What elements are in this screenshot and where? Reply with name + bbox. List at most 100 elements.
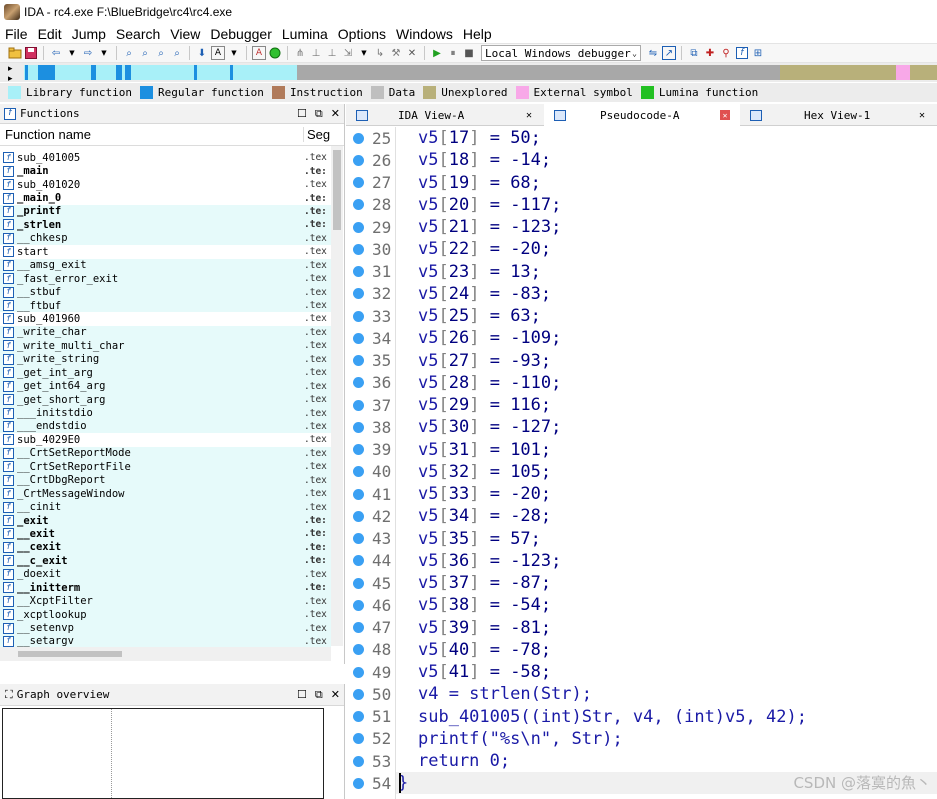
breakpoint-dot-icon[interactable] (353, 666, 364, 678)
immediate-search-icon[interactable]: ⌕ (154, 46, 168, 60)
line-gutter[interactable]: 28 (346, 194, 396, 216)
navigation-strip[interactable] (24, 65, 937, 80)
code-line[interactable]: v5[20] = -117; (418, 194, 561, 216)
trace-settings-icon[interactable]: ⚲ (719, 46, 733, 60)
line-gutter[interactable]: 52 (346, 728, 396, 750)
function-row[interactable]: f __c_exit .te: (0, 554, 331, 568)
tab-pseudocode-a[interactable]: Pseudocode-A ✕ (544, 104, 740, 126)
function-row[interactable]: f _strlen .te: (0, 218, 331, 232)
close-x-icon[interactable]: ✕ (405, 46, 419, 60)
function-row[interactable]: f _fast_error_exit .tex (0, 271, 331, 286)
breakpoint-dot-icon[interactable] (353, 377, 364, 389)
function-row[interactable]: f _main_0 .te: (0, 191, 331, 204)
chevron-down-icon[interactable]: ▼ (357, 46, 371, 60)
code-line[interactable]: v5[31] = 101; (418, 439, 551, 461)
step-into-icon[interactable]: ⊥ (309, 46, 323, 60)
menu-options[interactable]: Options (333, 26, 391, 42)
close-tab-icon[interactable]: ✕ (720, 110, 730, 120)
breakpoint-dot-icon[interactable] (353, 577, 364, 589)
breakpoint-dot-icon[interactable] (353, 154, 364, 166)
function-row[interactable]: f ___initstdio .tex (0, 406, 331, 420)
save-icon[interactable] (24, 46, 38, 60)
code-line[interactable]: v5[37] = -87; (418, 572, 551, 594)
breakpoint-dot-icon[interactable] (353, 488, 364, 500)
function-row[interactable]: f _get_int64_arg .tex (0, 379, 331, 393)
function-row[interactable]: f __exit .te: (0, 527, 331, 541)
pseudocode-editor[interactable]: 25 26 27 28 29 30 31 32 33 34 35 36 37 38 39 40 41 42 43 44… (346, 127, 937, 799)
code-line[interactable]: v5[35] = 57; (418, 528, 541, 550)
menu-edit[interactable]: Edit (33, 26, 67, 42)
function-row[interactable]: f _doexit .tex (0, 567, 331, 581)
trace-icon[interactable]: ⇲ (341, 46, 355, 60)
line-gutter[interactable]: 30 (346, 238, 396, 260)
maximize-icon[interactable]: ☐ (297, 688, 307, 701)
function-row[interactable]: f __ftbuf .tex (0, 298, 331, 313)
scrollbar-thumb[interactable] (18, 651, 122, 657)
nav-arrows-icon[interactable]: ▸ ▸ (8, 64, 13, 84)
line-gutter[interactable]: 27 (346, 172, 396, 194)
breakpoint-dot-icon[interactable] (353, 199, 364, 211)
chevron-down-icon[interactable]: ▼ (227, 46, 241, 60)
line-gutter[interactable]: 35 (346, 350, 396, 372)
function-row[interactable]: f __setargv .tex (0, 634, 331, 647)
next-search-icon[interactable]: ⌕ (170, 46, 184, 60)
code-line[interactable]: v5[17] = 50; (418, 127, 541, 149)
code-line[interactable]: printf("%s\n", Str); (418, 728, 623, 750)
code-line[interactable]: v5[36] = -123; (418, 550, 561, 572)
function-row[interactable]: f __amsg_exit .tex (0, 258, 331, 272)
line-gutter[interactable]: 42 (346, 505, 396, 527)
function-row[interactable]: f __cinit .tex (0, 500, 331, 514)
scrollbar-thumb[interactable] (333, 150, 341, 230)
menu-search[interactable]: Search (111, 26, 165, 42)
breakpoint-icon[interactable]: ⋔ (293, 46, 307, 60)
pause-icon[interactable]: ⏸ (446, 46, 460, 60)
code-line[interactable]: sub_401005((int)Str, v4, (int)v5, 42); (418, 706, 807, 728)
function-row[interactable]: f __stbuf .tex (0, 285, 331, 299)
menu-view[interactable]: View (165, 26, 205, 42)
breakpoint-dot-icon[interactable] (353, 421, 364, 433)
function-row[interactable]: f _xcptlookup .tex (0, 607, 331, 622)
breakpoint-dot-icon[interactable] (353, 644, 364, 656)
code-line[interactable]: v5[29] = 116; (418, 394, 551, 416)
line-gutter[interactable]: 49 (346, 661, 396, 683)
code-line[interactable]: v5[19] = 68; (418, 172, 541, 194)
breakpoint-dot-icon[interactable] (353, 332, 364, 344)
text-icon[interactable]: A (211, 46, 225, 60)
function-row[interactable]: f sub_4029E0 .tex (0, 433, 331, 446)
code-line[interactable]: v5[30] = -127; (418, 416, 561, 438)
breakpoint-dot-icon[interactable] (353, 355, 364, 366)
line-gutter[interactable]: 48 (346, 639, 396, 661)
chevron-down-icon[interactable]: ▼ (65, 46, 79, 60)
code-line[interactable]: v5[39] = -81; (418, 617, 551, 639)
breakpoint-dot-icon[interactable] (353, 555, 364, 567)
functions-horizontal-scrollbar[interactable] (0, 647, 331, 661)
code-line[interactable]: v5[40] = -78; (418, 639, 551, 661)
code-line[interactable]: v5[38] = -54; (418, 594, 551, 616)
function-row[interactable]: f _main .te: (0, 164, 331, 177)
play-icon[interactable]: ▶ (430, 46, 444, 60)
open-folder-icon[interactable] (8, 46, 22, 60)
line-gutter[interactable]: 31 (346, 261, 396, 283)
function-row[interactable]: f _write_multi_char .tex (0, 339, 331, 353)
chevron-down-icon[interactable]: ▼ (97, 46, 111, 60)
line-gutter[interactable]: 47 (346, 617, 396, 639)
line-gutter[interactable]: 41 (346, 483, 396, 505)
text-search-icon[interactable]: ⌕ (138, 46, 152, 60)
breakpoint-dot-icon[interactable] (353, 599, 364, 611)
back-arrow-icon[interactable]: ⇦ (49, 46, 63, 60)
forward-arrow-icon[interactable]: ⇨ (81, 46, 95, 60)
line-gutter[interactable]: 53 (346, 750, 396, 772)
code-line[interactable]: v5[26] = -109; (418, 327, 561, 349)
restore-icon[interactable]: ⧉ (315, 107, 323, 121)
close-tab-icon[interactable]: ✕ (917, 110, 927, 121)
breakpoint-dot-icon[interactable] (353, 466, 364, 478)
code-line[interactable]: v5[32] = 105; (418, 461, 551, 483)
breakpoint-dot-icon[interactable] (353, 243, 364, 255)
code-line[interactable]: v5[34] = -28; (418, 505, 551, 527)
line-gutter[interactable]: 40 (346, 461, 396, 483)
run-to-cursor-icon[interactable]: ↳ (373, 46, 387, 60)
function-row[interactable]: f __CrtDbgReport .tex (0, 473, 331, 487)
line-gutter[interactable]: 38 (346, 416, 396, 438)
tool-icon[interactable]: ⚒ (389, 46, 403, 60)
code-line[interactable]: v5[28] = -110; (418, 372, 561, 394)
